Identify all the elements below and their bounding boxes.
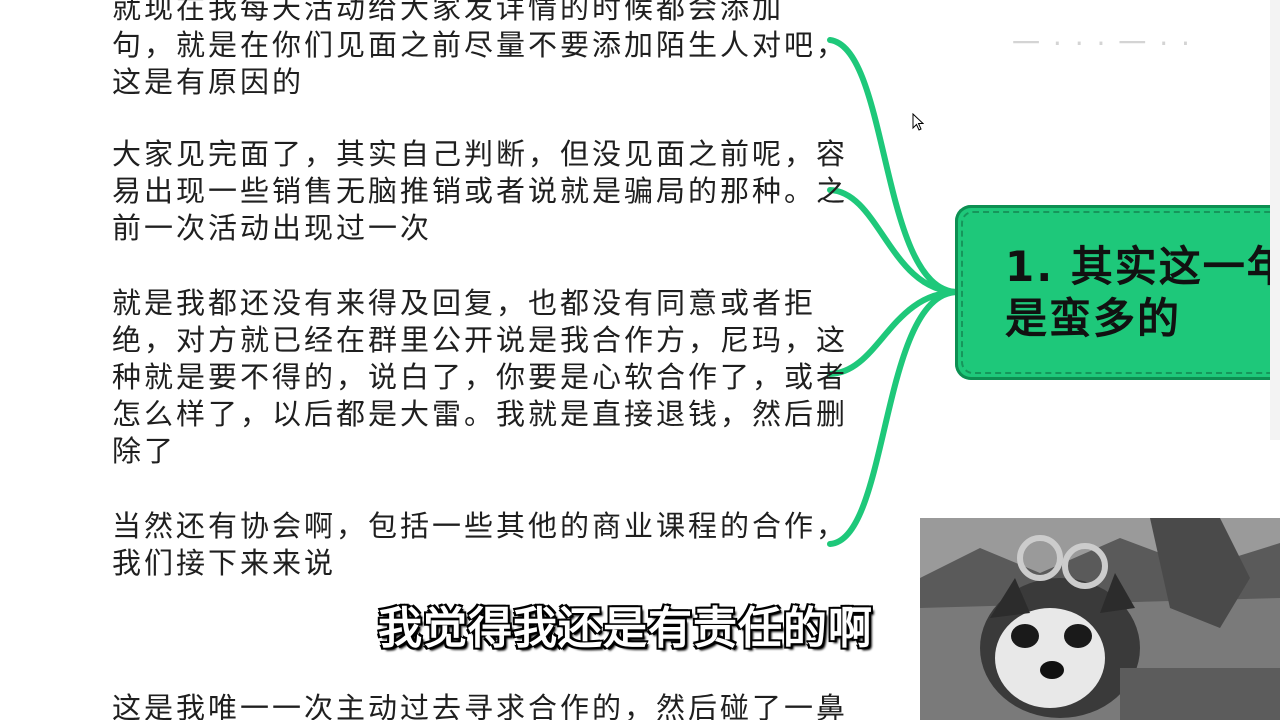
note-block-3[interactable]: 就是我都还没有来得及回复，也都没有同意或者拒 绝，对方就已经在群里公开说是我合作… bbox=[112, 285, 849, 470]
note-line: 句，就是在你们见面之前尽量不要添加陌生人对吧， bbox=[112, 28, 849, 62]
webcam-image bbox=[920, 518, 1280, 720]
note-line: 这是有原因的 bbox=[112, 65, 305, 99]
mouse-pointer-icon bbox=[912, 113, 924, 131]
note-block-2[interactable]: 大家见完面了，其实自己判断，但没见面之前呢，容 易出现一些销售无脑推销或者说就是… bbox=[112, 136, 849, 247]
topic-title: 1. 其实这一年 是蛮多的 bbox=[1005, 241, 1280, 345]
note-line: 这是我唯一一次主动过去寻求合作的，然后碰了一鼻 bbox=[112, 691, 849, 720]
note-line: 种就是要不得的，说白了，你要是心软合作了，或者 bbox=[112, 360, 849, 394]
note-block-5[interactable]: 这是我唯一一次主动过去寻求合作的，然后碰了一鼻 bbox=[112, 690, 849, 720]
branch-line-4 bbox=[827, 289, 961, 547]
right-edge-strip bbox=[1270, 0, 1280, 440]
central-topic-node[interactable]: 1. 其实这一年 是蛮多的 bbox=[955, 205, 1280, 380]
note-line: 当然还有协会啊，包括一些其他的商业课程的合作， bbox=[112, 509, 849, 543]
note-block-4[interactable]: 当然还有协会啊，包括一些其他的商业课程的合作， 我们接下来来说 bbox=[112, 508, 849, 582]
note-line: 绝，对方就已经在群里公开说是我合作方，尼玛，这 bbox=[112, 323, 849, 357]
note-line: 就是我都还没有来得及回复，也都没有同意或者拒 bbox=[112, 286, 817, 320]
mindmap-canvas[interactable]: 一 · · · 一 · · 就现在我每天活动给大家发详情的时候都会添加 句，就是… bbox=[0, 0, 1280, 720]
topic-title-line: 1. 其实这一年 bbox=[1005, 242, 1280, 291]
branch-line-3 bbox=[827, 289, 961, 377]
topic-title-line: 是蛮多的 bbox=[1005, 294, 1182, 343]
note-line: 除了 bbox=[112, 434, 177, 468]
webcam-overlay bbox=[920, 518, 1280, 720]
note-line: 易出现一些销售无脑推销或者说就是骗局的那种。之 bbox=[112, 174, 849, 208]
note-line: 怎么样了，以后都是大雷。我就是直接退钱，然后删 bbox=[112, 397, 849, 431]
note-line: 大家见完面了，其实自己判断，但没见面之前呢，容 bbox=[112, 137, 849, 171]
note-block-1[interactable]: 就现在我每天活动给大家发详情的时候都会添加 句，就是在你们见面之前尽量不要添加陌… bbox=[112, 0, 849, 101]
note-line: 就现在我每天活动给大家发详情的时候都会添加 bbox=[112, 0, 785, 25]
note-line: 我们接下来来说 bbox=[112, 546, 337, 580]
video-subtitle: 我觉得我还是有责任的啊 bbox=[377, 602, 873, 655]
note-line: 前一次活动出现过一次 bbox=[112, 211, 433, 245]
